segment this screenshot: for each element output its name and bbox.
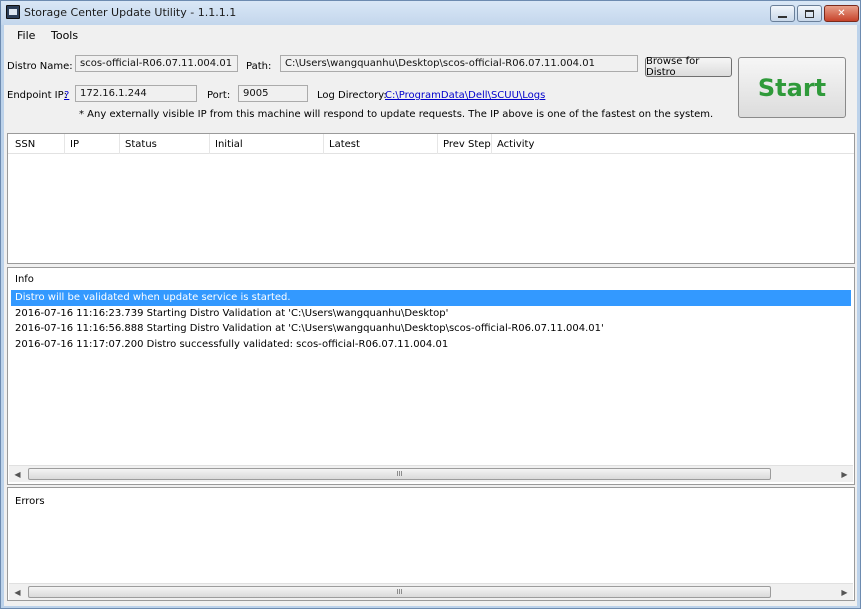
maximize-icon [805, 9, 814, 18]
menu-tools[interactable]: Tools [51, 29, 78, 42]
col-divider[interactable] [491, 134, 492, 154]
col-divider[interactable] [323, 134, 324, 154]
scroll-left-arrow-icon[interactable]: ◀ [9, 584, 26, 600]
info-row[interactable]: Distro will be validated when update ser… [11, 290, 851, 306]
start-button[interactable]: Start [738, 57, 846, 118]
col-header-status[interactable]: Status [125, 139, 157, 150]
menu-file[interactable]: File [17, 29, 35, 42]
errors-horizontal-scrollbar[interactable]: ◀ III ▶ [9, 583, 853, 600]
col-header-initial[interactable]: Initial [215, 139, 243, 150]
menu-bar: File Tools [4, 25, 857, 45]
info-label: Info [15, 274, 34, 285]
path-label: Path: [246, 61, 272, 72]
col-divider[interactable] [64, 134, 65, 154]
close-icon: ✕ [837, 8, 846, 19]
title-bar[interactable]: Storage Center Update Utility - 1.1.1.1 … [1, 1, 860, 25]
log-directory-label: Log Directory: [317, 90, 387, 101]
distro-name-label: Distro Name: [7, 61, 73, 72]
minimize-icon [778, 15, 787, 18]
minimize-button[interactable] [770, 5, 795, 22]
info-row[interactable]: 2016-07-16 11:17:07.200 Distro successfu… [11, 337, 851, 353]
col-header-ip[interactable]: IP [70, 139, 79, 150]
col-header-ssn[interactable]: SSN [15, 139, 35, 150]
info-row[interactable]: 2016-07-16 11:16:56.888 Starting Distro … [11, 321, 851, 337]
grip-icon: III [396, 588, 403, 596]
grid-header: SSN IP Status Initial Latest Prev Step A… [8, 134, 854, 154]
port-field[interactable]: 9005 [238, 85, 308, 102]
errors-label: Errors [15, 496, 45, 507]
app-window: Storage Center Update Utility - 1.1.1.1 … [0, 0, 861, 609]
info-horizontal-scrollbar[interactable]: ◀ III ▶ [9, 465, 853, 482]
col-header-activity[interactable]: Activity [497, 139, 534, 150]
log-directory-link[interactable]: C:\ProgramData\Dell\SCUU\Logs [385, 90, 545, 101]
port-label: Port: [207, 90, 231, 101]
path-field[interactable]: C:\Users\wangquanhu\Desktop\scos-officia… [280, 55, 638, 72]
col-header-latest[interactable]: Latest [329, 139, 360, 150]
scroll-thumb[interactable]: III [28, 468, 771, 480]
info-panel: Info Distro will be validated when updat… [7, 267, 855, 485]
window-title: Storage Center Update Utility - 1.1.1.1 [24, 6, 237, 19]
errors-panel: Errors ◀ III ▶ [7, 487, 855, 601]
scroll-left-arrow-icon[interactable]: ◀ [9, 466, 26, 482]
scroll-right-arrow-icon[interactable]: ▶ [836, 584, 853, 600]
col-divider[interactable] [437, 134, 438, 154]
info-row[interactable]: 2016-07-16 11:16:23.739 Starting Distro … [11, 306, 851, 322]
endpoint-ip-field[interactable]: 172.16.1.244 [75, 85, 197, 102]
endpoint-help-link[interactable]: ? [64, 90, 69, 101]
ssn-grid[interactable]: SSN IP Status Initial Latest Prev Step A… [7, 133, 855, 264]
col-divider[interactable] [119, 134, 120, 154]
maximize-button[interactable] [797, 5, 822, 22]
scroll-right-arrow-icon[interactable]: ▶ [836, 466, 853, 482]
col-header-prev-step[interactable]: Prev Step [443, 139, 491, 150]
grip-icon: III [396, 470, 403, 478]
scroll-thumb[interactable]: III [28, 586, 771, 598]
col-divider[interactable] [209, 134, 210, 154]
client-area: File Tools Distro Name: scos-official-R0… [4, 25, 857, 606]
close-button[interactable]: ✕ [824, 5, 859, 22]
browse-distro-button[interactable]: Browse for Distro [645, 56, 732, 78]
info-list[interactable]: Distro will be validated when update ser… [11, 290, 851, 352]
endpoint-ip-label: Endpoint IP: [7, 90, 68, 101]
endpoint-note: * Any externally visible IP from this ma… [79, 109, 714, 120]
distro-name-field[interactable]: scos-official-R06.07.11.004.01 [75, 55, 238, 72]
app-icon [6, 5, 20, 19]
